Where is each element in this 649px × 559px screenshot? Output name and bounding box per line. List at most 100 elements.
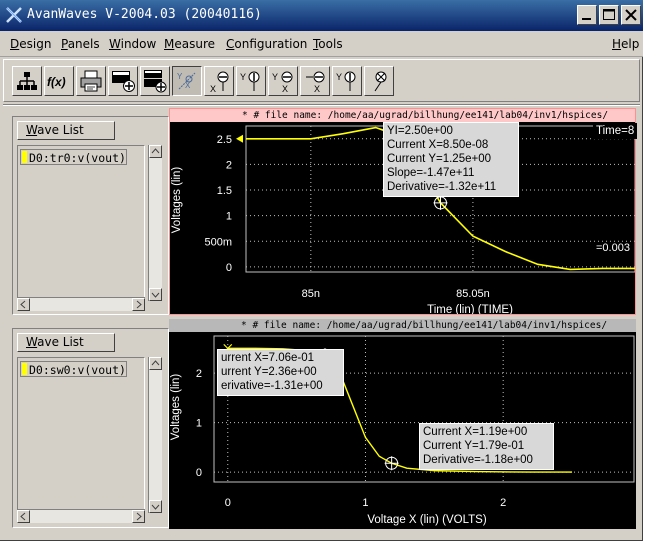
menu-window-label: indow [120,37,157,51]
plot-1-y-tick-label: 2 [226,159,232,171]
scroll-up-button[interactable] [149,145,162,158]
maximize-button[interactable] [599,5,619,25]
menu-design-label: esign [19,37,52,51]
chevron-up-icon [151,360,160,366]
menu-measure[interactable]: Measure [164,37,215,51]
menu-panels[interactable]: Panels [61,37,100,51]
wave-item-sw0-vout[interactable]: D0:sw0:v(vout) [20,361,127,377]
wave-list-button-2[interactable]: Wave List [17,333,115,352]
app-window: AvanWaves V-2004.03 (20040116) Design Pa… [0,0,643,541]
scroll-left-button[interactable] [17,298,30,311]
scroll-up-button[interactable] [149,357,162,370]
delta-x-icon: X [306,71,325,94]
measure-y-tool-button[interactable]: Y [236,66,266,96]
wave-list-panel-1: Wave List D0:tr0:v(vout) [12,116,169,315]
menu-design[interactable]: Design [10,37,51,51]
add-panels-tool-button[interactable] [140,66,170,96]
plot-panel-1[interactable]: * # file name: /home/aa/ugrad/billhung/e… [169,108,637,315]
point-marker-tool-button[interactable] [364,66,394,96]
plot-2-y-axis-label: Voltages (lin) [170,374,182,441]
time-readout: Time=8 [593,123,637,139]
scroll-down-button[interactable] [149,288,162,301]
scroll-right-button[interactable] [132,510,145,523]
wave-list-2-hscroll[interactable] [17,509,145,523]
measure-xy-icon: Y X [177,72,196,90]
plot-1-x-tick-label: 85n [302,288,320,300]
menu-window[interactable]: Window [109,37,156,51]
annot-3-line-2: Current Y=1.79e-01 [423,440,525,452]
wave-item-label: D0:tr0:v(vout) [29,151,126,165]
menu-window-mnemonic: W [109,37,121,51]
measure-x-glyph: X [210,84,216,94]
avanwaves-logo-icon [6,7,22,23]
scroll-down-button[interactable] [149,500,162,513]
chevron-up-icon [151,148,160,154]
measure-x-tool-button[interactable]: X [204,66,234,96]
chevron-down-icon [151,504,160,510]
measurement-annotation-1[interactable]: YI=2.50e+00 Current X=8.50e-08 Current Y… [383,122,519,197]
menu-tools[interactable]: Tools [313,37,343,51]
menu-measure-mnemonic: M [164,37,175,51]
plot-1-y-tick-label: 500m [204,236,232,248]
add-panels-icon [144,70,167,93]
measure-y-glyph: Y [240,72,246,82]
close-button[interactable] [621,5,641,25]
minimize-button[interactable] [577,5,597,25]
plot-2-x-tick-label: 2 [500,497,506,509]
plot-1-x-axis-label: Time (lin) (TIME) [427,304,513,314]
right-value-readout: =0.003 [596,242,630,254]
plot-1-file-header: * # file name: /home/aa/ugrad/billhung/e… [170,109,635,122]
wave-item-tr0-vout[interactable]: D0:tr0:v(vout) [20,149,127,165]
slope-tool-button[interactable]: Y [332,66,362,96]
plot-2-file-header: * # file name: /home/aa/ugrad/billhung/e… [169,319,636,332]
annot-2-line-2: urrent Y=2.36e+00 [221,366,317,378]
plot-2-x-tick-label: 1 [362,497,368,509]
window-title: AvanWaves V-2004.03 (20040116) [27,7,262,22]
plot-2-x-tick-label: 0 [225,497,231,509]
print-icon [80,70,102,92]
chevron-right-icon [136,512,142,521]
slope-icon: Y [336,71,356,91]
wave-list-2-vscroll[interactable] [148,357,162,513]
wave-list-1-label: ave List [37,123,84,137]
maximize-icon [603,9,615,20]
delta-x-tool-button[interactable]: X [300,66,330,96]
annot-3-line-3: Derivative=-1.18e+00 [423,454,533,466]
menu-help[interactable]: Help [612,37,639,51]
scroll-left-button[interactable] [17,510,30,523]
function-tool-button[interactable]: f(x) [44,66,74,96]
plot-1-y-tick-label: 0 [226,262,232,274]
wave-list-1-vscroll[interactable] [148,145,162,301]
menu-bar: Design Panels Window Measure Configurati… [0,31,643,57]
function-fx-glyph: f(x) [47,75,66,89]
function-fx-icon: f(x) [47,75,66,89]
annot-1-line-2: Current X=8.50e-08 [387,139,489,151]
annot-2-line-1: urrent X=7.06e-01 [221,352,315,364]
print-tool-button[interactable] [76,66,106,96]
title-bar[interactable]: AvanWaves V-2004.03 (20040116) [0,0,643,31]
delta-y-tool-button[interactable]: Y X [268,66,298,96]
menu-configuration-label: onfiguration [234,37,308,51]
plot-2-y-tick-label: 2 [196,368,202,380]
wave-list-panel-2: Wave List D0:sw0:v(vout) [12,328,169,528]
scroll-right-button[interactable] [132,298,145,311]
delta-y-icon: Y X [272,71,293,94]
close-icon [625,9,637,21]
wave-list-2-label: ave List [37,335,84,349]
hierarchy-tool-button[interactable] [12,66,42,96]
measure-xy-tool-button[interactable]: Y X [172,66,202,96]
wave-list-button-1[interactable]: Wave List [17,121,115,140]
measurement-annotation-3[interactable]: Current X=1.19e+00 Current Y=1.79e-01 De… [419,423,554,470]
annot-1-line-3: Current Y=1.25e+00 [387,153,492,165]
add-panel-icon [112,71,135,92]
annot-1-line-1: YI=2.50e+00 [387,125,453,137]
measurement-annotation-2[interactable]: urrent X=7.06e-01 urrent Y=2.36e+00 eriv… [217,349,344,396]
menu-measure-label: easure [174,37,216,51]
plot-1-x-tick-label: 85.05n [456,288,490,300]
menu-configuration[interactable]: Configuration [226,37,307,51]
toolbar: f(x) Y X X Y Y X X Y [3,59,640,102]
minimize-icon [582,18,591,20]
wave-list-1-hscroll[interactable] [17,297,145,311]
plot-panel-2[interactable]: * # file name: /home/aa/ugrad/billhung/e… [169,319,636,529]
add-panel-tool-button[interactable] [108,66,138,96]
